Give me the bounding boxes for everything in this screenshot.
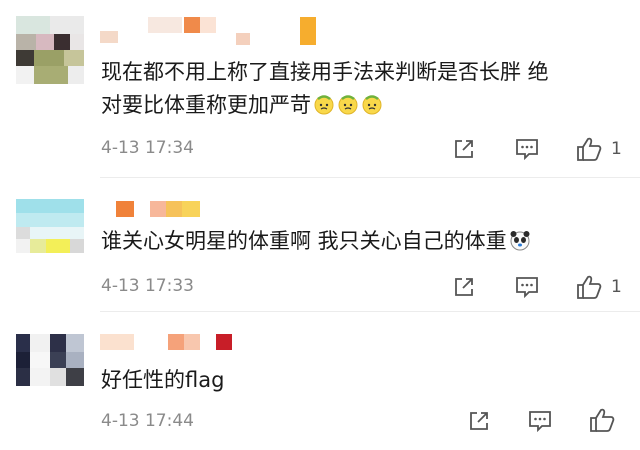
comment-item: 好任性的flag 4-13 17:44 [0,312,640,450]
comment-icon [516,139,538,161]
like-count: 1 [611,139,622,159]
avatar[interactable] [16,199,84,255]
share-icon [470,412,488,430]
comment-icon [529,411,551,433]
avatar[interactable] [16,16,84,84]
like-button[interactable] [588,406,616,434]
comment-icon [516,277,538,299]
share-button[interactable] [452,137,476,161]
panda-face-emoji [509,228,531,261]
thumbs-up-icon [590,408,615,432]
comment-text: 谁关心女明星的体重啊 我只关心自己的体重 [101,225,631,261]
comment-text-line: 谁关心女明星的体重啊 我只关心自己的体重 [101,225,631,261]
thumbs-up-icon [577,275,602,299]
comment-timestamp: 4-13 17:33 [101,276,194,296]
username-pixelated[interactable] [100,201,360,219]
comment-text-line: 好任性的flag [101,368,225,392]
sweat-face-emoji [313,92,335,125]
thumbs-up-icon [577,137,602,161]
comment-item: 谁关心女明星的体重啊 我只关心自己的体重 4-13 17:33 1 [0,178,640,308]
comment-timestamp: 4-13 17:44 [101,411,194,431]
comment-text-line: 对要比体重称更加严苛 [101,89,631,125]
share-icon [455,140,473,158]
comment-text: 好任性的flag [101,364,631,397]
comment-button[interactable] [514,137,540,161]
avatar[interactable] [16,334,84,386]
username-pixelated[interactable] [100,334,360,352]
sweat-face-emoji [361,92,383,125]
share-button[interactable] [467,409,491,433]
username-pixelated[interactable] [100,17,360,45]
like-count: 1 [611,277,622,297]
comment-text-line: 现在都不用上称了直接用手法来判断是否长胖 绝 [101,60,549,84]
comment-button[interactable] [527,409,553,433]
comment-button[interactable] [514,275,540,299]
comment-timestamp: 4-13 17:34 [101,138,194,158]
like-button[interactable] [575,135,603,163]
like-button[interactable] [575,273,603,301]
share-icon [455,278,473,296]
share-button[interactable] [452,275,476,299]
comment-item: 现在都不用上称了直接用手法来判断是否长胖 绝 对要比体重称更加严苛 4-13 1… [0,0,640,175]
sweat-face-emoji [337,92,359,125]
comment-text: 现在都不用上称了直接用手法来判断是否长胖 绝 对要比体重称更加严苛 [101,56,631,125]
